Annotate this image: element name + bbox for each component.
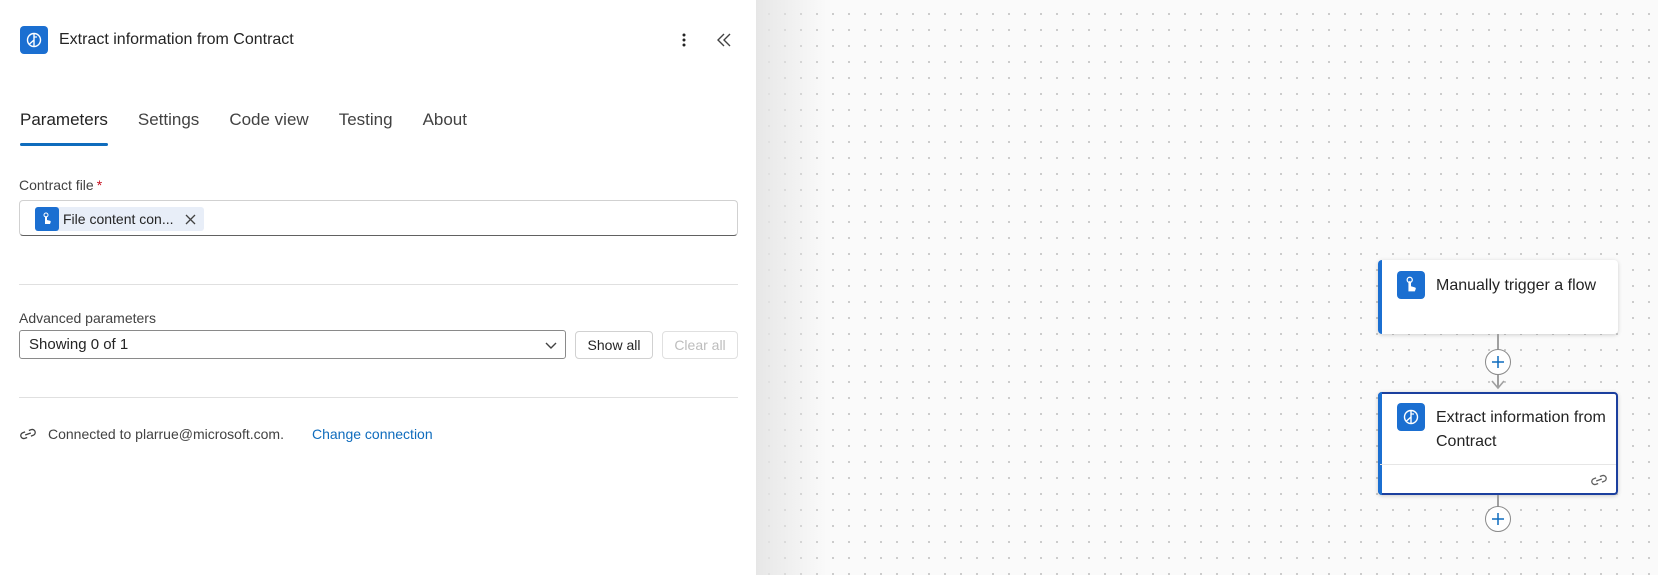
advanced-parameters-dropdown[interactable]: Showing 0 of 1 — [19, 330, 566, 359]
contract-file-label: Contract file * — [19, 177, 102, 193]
extract-node-title: Extract information from Contract — [1436, 409, 1606, 450]
flow-canvas[interactable]: Manually trigger a flow Extract informat… — [757, 0, 1658, 575]
add-step-button[interactable] — [1485, 506, 1511, 532]
ai-brain-icon — [20, 26, 48, 54]
tab-testing[interactable]: Testing — [339, 104, 393, 146]
ai-brain-icon — [1397, 403, 1425, 431]
node-accent-bar — [1378, 260, 1382, 334]
remove-token-button[interactable] — [184, 212, 198, 226]
connection-info: Connected to plarrue@microsoft.com. Chan… — [19, 424, 433, 444]
node-footer-divider — [1380, 464, 1616, 465]
more-options-button[interactable] — [668, 24, 700, 56]
clear-all-button[interactable]: Clear all — [662, 331, 738, 359]
plus-icon — [1492, 513, 1504, 525]
panel-header: Extract information from Contract — [20, 22, 740, 58]
trigger-node[interactable]: Manually trigger a flow — [1378, 260, 1618, 334]
section-divider-2 — [19, 397, 738, 398]
advanced-parameters-label: Advanced parameters — [19, 310, 156, 326]
extract-contract-node[interactable]: Extract information from Contract — [1378, 392, 1618, 495]
insert-step-button[interactable] — [1485, 349, 1511, 375]
change-connection-link[interactable]: Change connection — [312, 426, 433, 442]
section-divider — [19, 284, 738, 285]
tab-parameters[interactable]: Parameters — [20, 104, 108, 146]
plus-icon — [1492, 356, 1504, 368]
action-details-panel: Extract information from Contract Parame… — [0, 0, 757, 575]
touch-trigger-icon — [1397, 271, 1425, 299]
connection-link-icon — [1591, 474, 1607, 486]
dynamic-content-token[interactable]: File content con... — [35, 207, 204, 231]
arrow-down-icon — [1491, 380, 1505, 390]
required-mark: * — [96, 177, 103, 193]
advanced-parameters-value: Showing 0 of 1 — [29, 336, 129, 353]
collapse-panel-button[interactable] — [708, 24, 740, 56]
connection-link-icon — [19, 426, 39, 442]
chevron-down-icon — [537, 331, 565, 359]
panel-title: Extract information from Contract — [59, 31, 294, 48]
contract-file-label-text: Contract file — [19, 177, 94, 193]
connection-status-text: Connected to plarrue@microsoft.com. — [48, 426, 284, 442]
contract-file-input[interactable]: File content con... — [19, 200, 738, 236]
token-label: File content con... — [63, 211, 174, 227]
tab-code-view[interactable]: Code view — [229, 104, 308, 146]
more-vertical-icon — [682, 33, 686, 47]
tab-list: Parameters Settings Code view Testing Ab… — [20, 104, 497, 146]
trigger-node-title: Manually trigger a flow — [1436, 277, 1597, 294]
touch-trigger-icon — [35, 207, 59, 231]
show-all-button[interactable]: Show all — [575, 331, 653, 359]
double-chevron-left-icon — [717, 33, 731, 47]
close-icon — [185, 214, 196, 224]
node-accent-bar — [1378, 392, 1382, 495]
tab-about[interactable]: About — [423, 104, 467, 146]
panel-shadow — [757, 0, 827, 575]
tab-settings[interactable]: Settings — [138, 104, 199, 146]
